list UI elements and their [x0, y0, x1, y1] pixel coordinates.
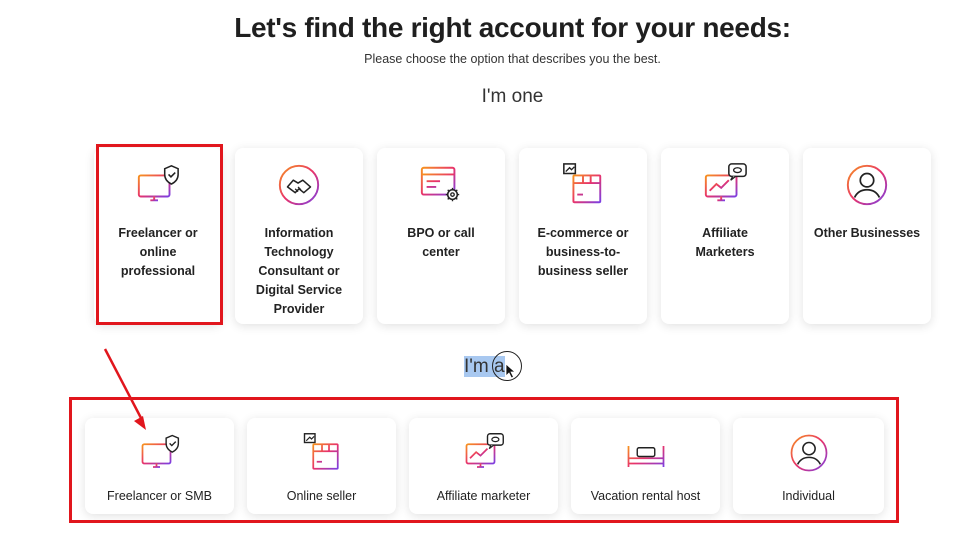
- card-ecommerce-b2b-seller[interactable]: E-commerce or business-to-business selle…: [519, 148, 647, 324]
- user-circle-icon: [790, 434, 827, 472]
- card-individual[interactable]: Individual: [733, 418, 884, 514]
- browser-gear-icon: [420, 166, 460, 202]
- monitor-shield-icon: [137, 164, 179, 202]
- bed-icon: [627, 446, 664, 467]
- card-label: Affiliate marketer: [436, 489, 531, 503]
- user-circle-icon: [846, 164, 888, 206]
- monitor-chat-icon: [704, 163, 747, 202]
- card-it-consultant[interactable]: Information Technology Consultant or Dig…: [235, 148, 363, 324]
- monitor-shield-icon: [141, 434, 179, 468]
- card-label: BPO or call center: [407, 226, 475, 259]
- card-label: Online seller: [286, 489, 357, 503]
- box-chart-icon: [303, 433, 339, 470]
- card-freelancer-smb[interactable]: Freelancer or SMB: [85, 418, 234, 514]
- card-label: Information Technology Consultant or Dig…: [255, 226, 343, 316]
- card-vacation-rental-host[interactable]: Vacation rental host: [571, 418, 720, 514]
- card-label: Vacation rental host: [590, 489, 701, 503]
- card-freelancer-online-professional[interactable]: Freelancer or online professional: [94, 148, 222, 324]
- card-label: E-commerce or business-to-business selle…: [537, 226, 629, 278]
- section-label-im-one: I'm one: [481, 86, 544, 107]
- card-label: Affiliate Marketers: [695, 226, 755, 259]
- handshake-icon: [278, 164, 320, 206]
- card-label: Other Businesses: [813, 226, 921, 240]
- card-affiliate-marketer[interactable]: Affiliate marketer: [409, 418, 558, 514]
- card-online-seller[interactable]: Online seller: [247, 418, 396, 514]
- monitor-chat-icon: [465, 433, 504, 468]
- card-label: Individual: [782, 489, 835, 503]
- mouse-cursor-icon: [505, 363, 517, 379]
- card-bpo-call-center[interactable]: BPO or call center: [377, 148, 505, 324]
- box-chart-icon: [563, 163, 602, 204]
- page-title: Let's find the right account for your ne…: [234, 12, 791, 43]
- card-affiliate-marketers[interactable]: Affiliate Marketers: [661, 148, 789, 324]
- card-label: Freelancer or SMB: [107, 489, 212, 503]
- label-text: I'm: [464, 356, 495, 377]
- card-label: Freelancer or online professional: [118, 226, 198, 278]
- page-subtitle: Please choose the option that describes …: [364, 52, 661, 66]
- card-other-businesses[interactable]: Other Businesses: [803, 148, 931, 324]
